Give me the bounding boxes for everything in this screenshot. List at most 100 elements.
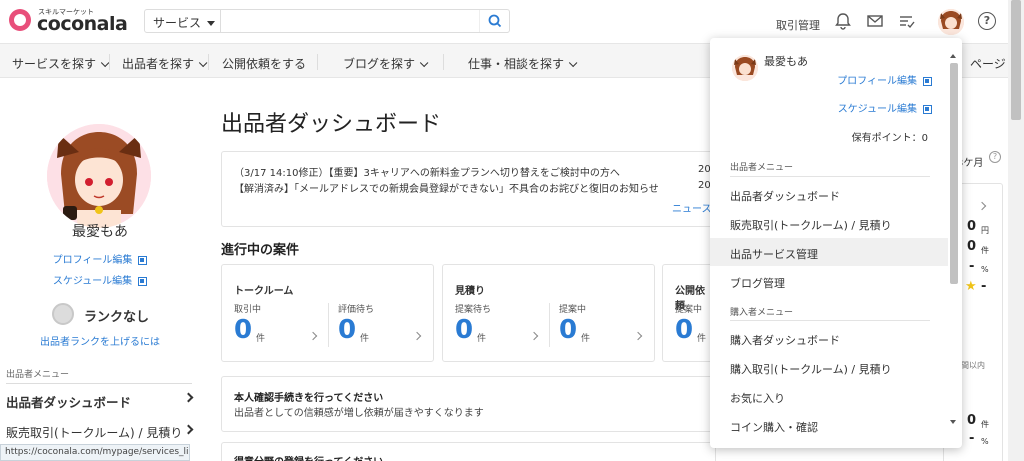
search-button[interactable]: [479, 10, 509, 32]
stat-value: 0: [967, 413, 977, 428]
status-url: https://coconala.com/mypage/services_lis…: [0, 444, 190, 461]
card-label: 取引中: [234, 305, 262, 315]
rank-label: ランクなし: [84, 310, 150, 325]
nav-item-jobs[interactable]: 仕事・相談を探す: [468, 55, 578, 72]
sidebar: 最愛もあ プロフィール編集 スケジュール編集 ランクなし 出品者ランクを上げるに…: [0, 79, 200, 461]
card-label: 提案中: [559, 305, 587, 315]
mail-icon[interactable]: [866, 12, 884, 30]
card-label: 提案待ち: [455, 305, 492, 315]
logo-text[interactable]: coconala: [37, 13, 128, 35]
schedule-edit-link[interactable]: スケジュール編集: [0, 272, 200, 287]
public-request-card[interactable]: 公開依頼 提案中 0 件: [662, 264, 712, 362]
divider: [6, 383, 192, 384]
chevron-down-icon: [568, 58, 578, 68]
dropdown-item-service-management[interactable]: 出品サービス管理: [710, 238, 948, 266]
news-more-link[interactable]: ニュース: [672, 200, 712, 215]
star-icon: ★: [965, 279, 977, 294]
divider: [730, 176, 930, 177]
stat-value: -: [969, 259, 975, 274]
dropdown-scrollbar-thumb[interactable]: [950, 63, 958, 284]
coconala-logo-icon[interactable]: [9, 9, 31, 31]
card-unit: 件: [477, 334, 487, 344]
stat-value: 0: [967, 219, 977, 234]
nav-item-sellers[interactable]: 出品者を探す: [122, 55, 208, 72]
nav-item-blogs[interactable]: ブログを探す: [343, 55, 429, 72]
scroll-down-icon[interactable]: [950, 420, 956, 424]
profile-illustration: [47, 124, 151, 228]
external-link-icon: [138, 255, 148, 265]
notice-subtitle: 出品者としての信頼感が増し依頼が届きやすくなります: [234, 408, 484, 419]
dropdown-item-purchase-transactions[interactable]: 購入取引(トークルーム) / 見積り: [710, 353, 948, 381]
dropdown-item-coin-purchase[interactable]: コイン購入・確認: [710, 411, 948, 439]
stat-value: -: [969, 431, 975, 446]
chevron-right-icon: [183, 392, 194, 403]
profile-edit-link[interactable]: プロフィール編集: [0, 251, 200, 266]
card-unit: 件: [256, 334, 266, 344]
dropdown-buyer-heading: 購入者メニュー: [730, 308, 794, 318]
news-box: （3/17 14:10修正）【重要】3キャリアへの新料金プランへ切り替えをご検討…: [221, 151, 716, 227]
search-bar: サービス: [144, 9, 510, 33]
search-input[interactable]: [222, 10, 480, 32]
dropdown-item-blog-management[interactable]: ブログ管理: [710, 267, 948, 295]
help-icon[interactable]: ?: [978, 12, 996, 30]
dropdown-item-sales-transactions[interactable]: 販売取引(トークルーム) / 見積り: [710, 209, 948, 237]
dropdown-avatar[interactable]: [732, 55, 758, 81]
rank-up-link[interactable]: 出品者ランクを上げるには: [40, 333, 160, 348]
page-scrollbar-thumb[interactable]: [1011, 0, 1021, 120]
card-unit: 件: [697, 334, 707, 344]
nav-item-page[interactable]: ページ: [970, 55, 1006, 72]
dropdown-seller-heading: 出品者メニュー: [730, 163, 794, 173]
scroll-up-icon[interactable]: [950, 54, 956, 58]
dropdown-item-favorites[interactable]: お気に入り: [710, 382, 948, 410]
chevron-right-icon: [183, 424, 194, 435]
search-icon: [488, 14, 502, 28]
identity-verification-notice[interactable]: 本人確認手続きを行ってください 出品者としての信頼感が増し依頼が届きやすくなりま…: [221, 376, 716, 432]
transactions-link[interactable]: 取引管理: [776, 17, 820, 33]
notice-title: 本人確認手続きを行ってください: [234, 393, 384, 404]
user-dropdown-menu: 最愛もあ プロフィール編集 スケジュール編集 保有ポイント：0 出品者メニュー …: [710, 38, 962, 448]
talkroom-card[interactable]: トークルーム 取引中 0 件 評価待ち 0 件: [221, 264, 434, 362]
estimate-card[interactable]: 見積り 提案待ち 0 件 提案中 0 件: [442, 264, 655, 362]
task-list-icon[interactable]: [898, 12, 916, 30]
dropdown-item-seller-dashboard[interactable]: 出品者ダッシュボード: [710, 180, 948, 208]
chevron-down-icon: [419, 58, 429, 68]
stat-unit: %: [981, 437, 989, 446]
dropdown-user-name: 最愛もあ: [764, 55, 808, 68]
card-value: 0: [234, 315, 253, 345]
info-icon[interactable]: ?: [989, 151, 1001, 163]
news-date: 20: [698, 164, 711, 175]
nav-item-public-request[interactable]: 公開依頼をする: [222, 55, 306, 72]
user-avatar-button[interactable]: [938, 9, 964, 35]
bell-icon[interactable]: [834, 12, 852, 30]
profile-name: 最愛もあ: [72, 224, 128, 240]
card-label: 提案中: [675, 305, 703, 315]
nav-item-services[interactable]: サービスを探す: [12, 55, 110, 72]
divider: [549, 303, 550, 347]
card-label: 評価待ち: [338, 305, 375, 315]
search-category-label: サービス: [153, 16, 202, 30]
specialty-notice[interactable]: 得意分野の登録を行ってください: [221, 442, 716, 461]
news-item[interactable]: （3/17 14:10修正）【重要】3キャリアへの新料金プランへ切り替えをご検討…: [234, 164, 620, 179]
chevron-right-icon: [529, 331, 539, 341]
dropdown-item-buyer-dashboard[interactable]: 購入者ダッシュボード: [710, 324, 948, 352]
news-item[interactable]: 【解消済み】「メールアドレスでの新規会員登録ができない」不具合のお詫びと復旧のお…: [234, 180, 659, 195]
profile-image[interactable]: [47, 124, 151, 228]
card-value: 0: [675, 315, 694, 345]
dropdown-profile-edit-link[interactable]: プロフィール編集: [837, 72, 932, 87]
sidebar-item-seller-dashboard[interactable]: 出品者ダッシュボード: [6, 392, 194, 411]
search-category-select[interactable]: サービス: [145, 10, 221, 32]
stat-value: -: [981, 279, 987, 294]
card-value: 0: [338, 315, 357, 345]
sidebar-item-sales-transactions[interactable]: 販売取引(トークルーム) / 見積り: [6, 424, 194, 441]
card-value: 0: [559, 315, 578, 345]
external-link-icon: [923, 76, 932, 86]
points-balance: 保有ポイント：0: [851, 133, 928, 144]
external-link-icon: [138, 276, 148, 286]
stat-unit: 円: [981, 226, 989, 235]
external-link-icon: [923, 104, 932, 114]
stat-unit: 件: [981, 246, 989, 255]
in-progress-heading: 進行中の案件: [221, 243, 300, 258]
avatar-image: [732, 55, 758, 81]
page-title: 出品者ダッシュボード: [221, 112, 442, 137]
dropdown-schedule-edit-link[interactable]: スケジュール編集: [838, 100, 932, 115]
